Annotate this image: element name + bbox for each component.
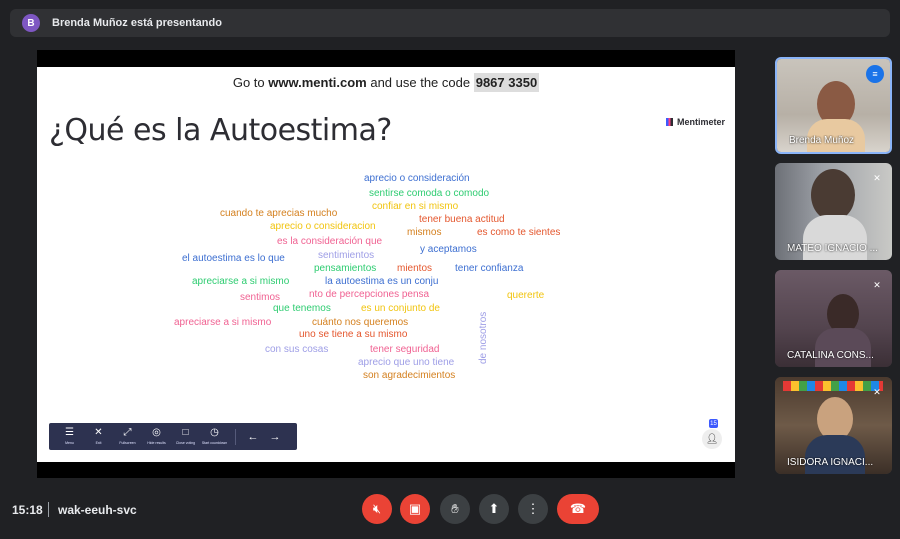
hide-results-icon: ◎ — [152, 427, 161, 438]
participant-name: Brenda Muñoz — [789, 135, 855, 146]
cloud-word: apreciarse a si mismo — [192, 276, 290, 287]
cloud-word: aprecio o consideracion — [270, 221, 376, 232]
participant-tile[interactable]: ✕ ISIDORA IGNACI... — [775, 377, 892, 474]
toolbar-button[interactable]: ⤢ Fullscreen — [113, 427, 142, 446]
presentation-stage: Go to www.menti.com and use the code 986… — [37, 50, 735, 478]
cloud-word: el autoestima es lo que — [182, 253, 285, 264]
presenter-avatar: B — [22, 14, 40, 32]
person-icon: 👤︎ — [705, 433, 719, 445]
cloud-word: tener buena actitud — [419, 214, 505, 225]
cloud-word: mientos — [397, 263, 433, 274]
cloud-word: y aceptamos — [420, 244, 477, 255]
mic-off-icon: ✕ — [873, 279, 881, 290]
mic-toggle-button[interactable]: 🔇︎ — [362, 494, 392, 524]
person-figure — [811, 169, 855, 221]
more-options-button[interactable]: ⋮ — [518, 494, 548, 524]
present-screen-button[interactable]: ⬆︎ — [479, 494, 509, 524]
meeting-code: wak-eeuh-svc — [58, 503, 137, 517]
cloud-word: cuánto nos queremos — [312, 317, 409, 328]
camera-toggle-button[interactable]: ▣ — [400, 494, 430, 524]
toolbar-button-label: Hide results — [147, 441, 166, 445]
camera-off-icon: ▣ — [408, 501, 422, 516]
meeting-time: 15:18 — [12, 503, 43, 517]
presenting-text: Brenda Muñoz está presentando — [52, 17, 222, 29]
participant-name: ISIDORA IGNACI... — [787, 457, 874, 468]
cloud-word: sentimientos — [318, 250, 375, 261]
arrow-left-icon: ← — [247, 430, 259, 443]
cloud-word: con sus cosas — [265, 344, 329, 355]
participant-name: MATEO IGNACIO ... — [787, 243, 878, 254]
cloud-word: es como te sientes — [477, 227, 561, 238]
mentimeter-slide: Go to www.menti.com and use the code 986… — [37, 67, 735, 462]
presenting-banner: B Brenda Muñoz está presentando — [10, 9, 890, 37]
divider — [48, 502, 49, 517]
word-cloud: aprecio o consideración sentirse comoda o… — [37, 67, 735, 462]
toolbar-divider — [235, 428, 236, 445]
lock-icon: □ — [182, 427, 189, 438]
cloud-word: sentirse comoda o comodo — [369, 188, 490, 199]
raise-hand-button[interactable]: ✋︎ — [440, 494, 470, 524]
present-icon: ⬆︎ — [488, 501, 500, 516]
toolbar-button-label: Fullscreen — [119, 441, 136, 445]
cloud-word: apreciarse a si mismo — [174, 317, 272, 328]
cloud-word: que tenemos — [273, 303, 331, 314]
meeting-controls-bar: 15:18 wak-eeuh-svc 🔇︎ ▣ ✋︎ ⬆︎ ⋮ ☎︎ — [0, 480, 900, 539]
vertical-word: de nosotros — [478, 311, 489, 364]
toolbar-button-label: Exit — [95, 441, 102, 445]
toolbar-button[interactable]: ✕ Exit — [84, 427, 113, 446]
fullscreen-icon: ⤢ — [123, 427, 132, 438]
cloud-word: es un conjunto de — [361, 303, 440, 314]
cloud-word: sentimos — [240, 292, 281, 303]
next-slide-button[interactable]: → — [264, 431, 286, 443]
cloud-word: cuando te aprecias mucho — [220, 208, 338, 219]
participant-name: CATALINA CONS... — [787, 350, 874, 361]
cloud-word: confiar en si mismo — [372, 201, 459, 212]
mic-off-icon: 🔇︎ — [372, 501, 382, 516]
toolbar-button-label: Close voting — [175, 441, 196, 445]
participant-tile[interactable]: ≡ Brenda Muñoz — [775, 57, 892, 154]
close-icon: ✕ — [94, 427, 103, 438]
toolbar-button-label: Start countdown — [201, 441, 228, 445]
timer-icon: ◷ — [210, 427, 219, 438]
leave-call-button[interactable]: ☎︎ — [557, 494, 599, 524]
cloud-word: nto de percepciones pensa — [309, 289, 430, 300]
mic-off-icon: ✕ — [873, 172, 881, 183]
person-body — [815, 328, 871, 367]
toolbar-button[interactable]: ☰ Menu — [55, 427, 84, 446]
cloud-word: uno se tiene a su mismo — [299, 329, 408, 340]
toolbar-button[interactable]: □ Close voting — [171, 427, 200, 446]
cloud-word: es la consideración que — [277, 236, 383, 247]
cloud-word: la autoestima es un conju — [325, 276, 439, 287]
hang-up-icon: ☎︎ — [569, 501, 587, 516]
cloud-word: aprecio o consideración — [364, 173, 470, 184]
toolbar-button-label: Menu — [65, 441, 74, 445]
cloud-word: aprecio que uno tiene — [358, 357, 455, 368]
cloud-word: quererte — [507, 290, 545, 301]
previous-slide-button[interactable]: ← — [242, 431, 264, 443]
cloud-word: tener seguridad — [370, 344, 440, 355]
participants-count-badge: 15 — [709, 419, 718, 428]
participant-tile[interactable]: ✕ CATALINA CONS... — [775, 270, 892, 367]
cloud-word: pensamientos — [314, 263, 377, 274]
cloud-word: tener confianza — [455, 263, 524, 274]
person-body — [805, 435, 865, 474]
mic-off-icon: ✕ — [873, 386, 881, 397]
presentation-toolbar: ☰ Menu ✕ Exit ⤢ Fullscreen ◎ Hide results □ Close… — [49, 423, 297, 450]
hand-icon: ✋︎ — [451, 501, 459, 516]
arrow-right-icon: → — [269, 430, 281, 443]
cloud-word: son agradecimientos — [363, 370, 456, 381]
toolbar-button[interactable]: ◎ Hide results — [142, 427, 171, 446]
more-vert-icon: ⋮ — [526, 501, 540, 516]
cloud-word: mismos — [407, 227, 442, 238]
toolbar-button[interactable]: ◷ Start countdown — [200, 427, 229, 446]
participant-tile[interactable]: ✕ MATEO IGNACIO ... — [775, 163, 892, 260]
participants-button[interactable]: 👤︎ — [702, 429, 722, 449]
menu-icon: ☰ — [65, 427, 74, 438]
speaking-indicator-icon: ≡ — [866, 65, 884, 83]
